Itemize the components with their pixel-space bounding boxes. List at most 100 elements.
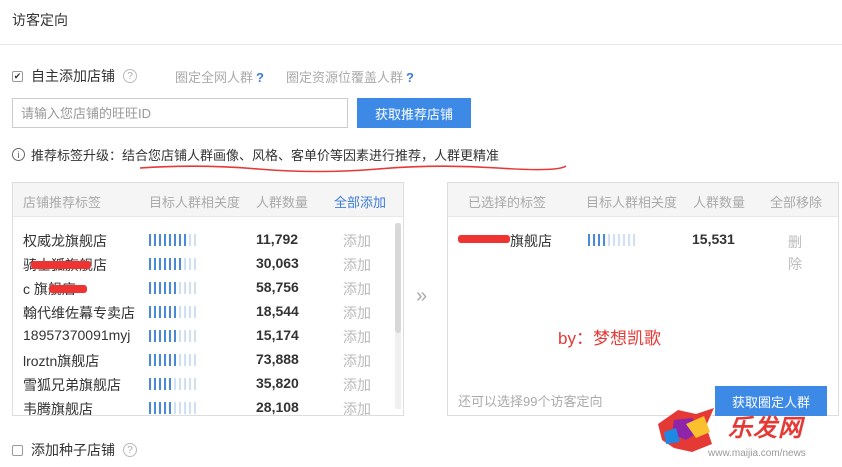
relevance-bar xyxy=(154,402,156,414)
relevance-bar xyxy=(184,354,186,366)
info-icon: i xyxy=(12,148,25,161)
left-panel-header: 店铺推荐标签 目标人群相关度 人群数量 全部添加 xyxy=(13,183,403,217)
relevance-bar xyxy=(149,330,151,342)
relevance-bar xyxy=(149,354,151,366)
red-underline-mark xyxy=(139,165,567,173)
relevance-bar xyxy=(633,234,635,246)
question-icon[interactable]: ? xyxy=(256,70,264,85)
relevance-bar xyxy=(169,354,171,366)
relevance-bar xyxy=(598,234,600,246)
relevance-bar xyxy=(149,402,151,414)
relevance-bar xyxy=(169,402,171,414)
relevance-bar xyxy=(184,378,186,390)
relevance-bar xyxy=(159,330,161,342)
relevance-bar xyxy=(194,258,196,270)
self-add-label: 自主添加店铺 xyxy=(31,68,115,84)
relevance-bars xyxy=(149,258,196,270)
question-icon[interactable]: ? xyxy=(406,70,414,85)
relevance-bar xyxy=(194,330,196,342)
logo-url-text: www.maijia.com/news xyxy=(708,448,806,459)
relevance-bar xyxy=(159,354,161,366)
crowd-count: 58,756 xyxy=(256,279,299,295)
add-link[interactable]: 添加 xyxy=(343,303,371,323)
right-panel-header: 已选择的标签 目标人群相关度 人群数量 全部移除 xyxy=(448,183,838,217)
table-row: 骑士狐旗舰店30,063添加 xyxy=(13,253,393,275)
shop-name: lroztn旗舰店 xyxy=(23,353,100,369)
relevance-bar xyxy=(174,306,176,318)
relevance-bar xyxy=(164,306,166,318)
table-row: 翰代维佐幕专卖店 18,544 添加 xyxy=(13,301,393,323)
add-link[interactable]: 添加 xyxy=(343,399,371,419)
selected-count: 15,531 xyxy=(692,231,735,247)
relevance-bar xyxy=(184,258,186,270)
relevance-bar xyxy=(164,282,166,294)
relevance-bar xyxy=(179,402,181,414)
remove-all-link[interactable]: 全部移除 xyxy=(770,192,822,211)
add-link[interactable]: 添加 xyxy=(343,327,371,347)
relevance-bar xyxy=(593,234,595,246)
relevance-bar xyxy=(194,378,196,390)
wangwang-id-input[interactable] xyxy=(12,98,348,128)
relevance-bars xyxy=(149,354,196,366)
relevance-bar xyxy=(189,330,191,342)
remaining-count-text: 还可以选择99个访客定向 xyxy=(458,394,603,409)
recommended-tags-panel: 店铺推荐标签 目标人群相关度 人群数量 全部添加 权威龙旗舰店11,792添加骑… xyxy=(12,182,404,419)
crowd-count: 73,888 xyxy=(256,351,299,367)
self-add-checkbox[interactable]: ✔ xyxy=(12,70,23,82)
selected-row: 旗舰店 15,531 删除 xyxy=(448,229,838,272)
relevance-bar xyxy=(169,282,171,294)
relevance-bars xyxy=(149,378,196,390)
relevance-bars xyxy=(149,306,196,318)
add-link[interactable]: 添加 xyxy=(343,231,371,251)
relevance-bar xyxy=(174,354,176,366)
relevance-bar xyxy=(159,282,161,294)
crowd-count: 30,063 xyxy=(256,255,299,271)
relevance-bar xyxy=(159,378,161,390)
relevance-bar xyxy=(194,354,196,366)
relevance-bar xyxy=(179,378,181,390)
relevance-bar xyxy=(189,378,191,390)
selected-tags-panel: 已选择的标签 目标人群相关度 人群数量 全部移除 旗舰店 15,531 删除 还… xyxy=(447,182,839,416)
scrollbar[interactable] xyxy=(395,223,401,409)
relevance-bar xyxy=(179,306,181,318)
relevance-bar xyxy=(189,234,191,246)
relevance-bar xyxy=(164,258,166,270)
relevance-bar xyxy=(159,234,161,246)
relevance-bars xyxy=(149,402,196,414)
relevance-bar xyxy=(149,282,151,294)
add-link[interactable]: 添加 xyxy=(343,375,371,395)
relevance-bar xyxy=(169,378,171,390)
add-link[interactable]: 添加 xyxy=(343,255,371,275)
table-row: 雪狐兄弟旗舰店 35,820 添加 xyxy=(13,373,393,395)
add-link[interactable]: 添加 xyxy=(343,351,371,371)
relevance-bars xyxy=(149,330,196,342)
relevance-bar xyxy=(184,402,186,414)
relevance-bar xyxy=(174,378,176,390)
relevance-bar xyxy=(618,234,620,246)
logo-brand-text: 乐发网 xyxy=(728,415,803,442)
relevance-bar xyxy=(184,330,186,342)
relevance-bar xyxy=(194,282,196,294)
transfer-arrow-icon[interactable]: » xyxy=(416,285,427,308)
crowd-count: 11,792 xyxy=(256,231,299,247)
help-icon[interactable]: ? xyxy=(123,69,137,83)
add-link[interactable]: 添加 xyxy=(343,279,371,299)
help-icon[interactable]: ? xyxy=(123,443,137,457)
col-selected-tag-header: 已选择的标签 xyxy=(468,195,547,210)
table-row: 18957370091myj 15,174 添加 xyxy=(13,325,393,347)
seed-checkbox[interactable] xyxy=(12,444,23,456)
table-row: 权威龙旗舰店 11,792 添加 xyxy=(13,229,393,251)
redaction-mark xyxy=(31,261,91,269)
shop-name: 18957370091myj xyxy=(23,327,131,343)
add-all-link[interactable]: 全部添加 xyxy=(334,192,386,211)
table-row: c 旗舰店58,756添加 xyxy=(13,277,393,299)
link-resource-crowd[interactable]: 圈定资源位覆盖人群? xyxy=(286,67,414,86)
shop-name: 翰代维佐幕专卖店 xyxy=(23,305,135,321)
page-title: 访客定向 xyxy=(12,12,68,28)
get-recommended-shops-button[interactable]: 获取推荐店铺 xyxy=(357,98,471,128)
scrollbar-thumb[interactable] xyxy=(395,223,401,333)
delete-link[interactable]: 删除 xyxy=(788,231,804,275)
relevance-bar xyxy=(189,282,191,294)
relevance-bar xyxy=(164,330,166,342)
link-all-network-crowd[interactable]: 圈定全网人群? xyxy=(175,67,264,86)
